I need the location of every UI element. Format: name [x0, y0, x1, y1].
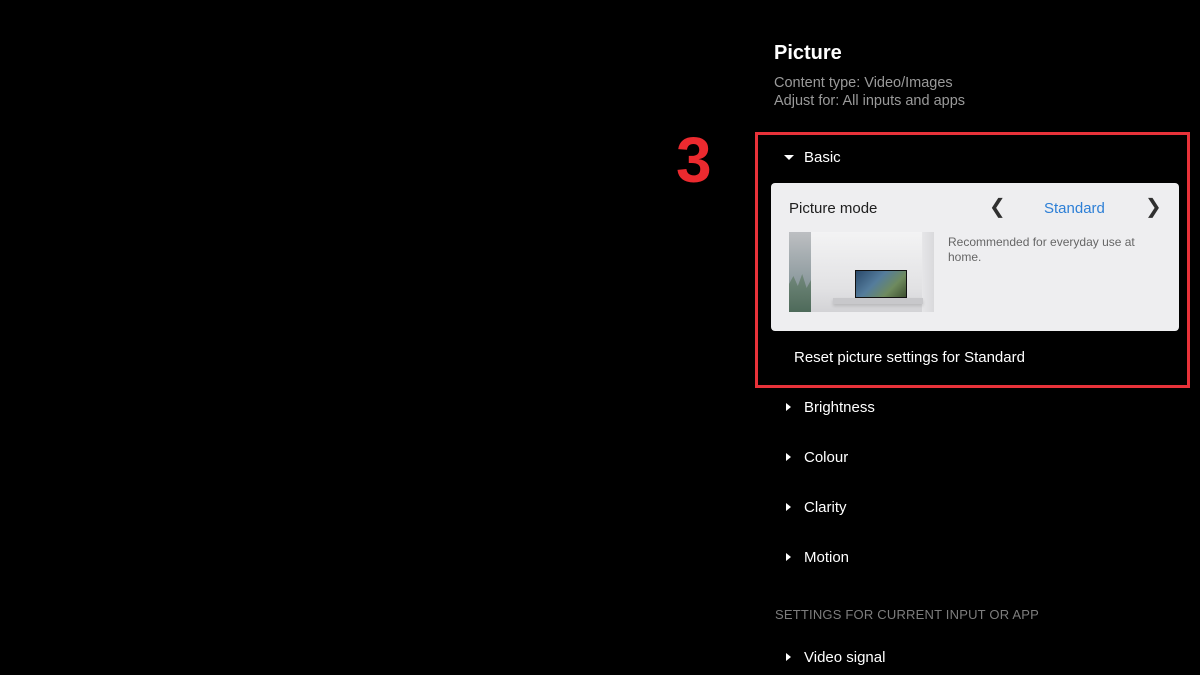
- menu-item-label: Motion: [804, 548, 850, 566]
- tv-settings-screen: Picture Content type: Video/Images Adjus…: [0, 0, 1200, 675]
- triangle-right-icon: [782, 450, 796, 464]
- menu-item-clarity[interactable]: Clarity: [782, 495, 847, 519]
- triangle-right-icon: [782, 500, 796, 514]
- menu-item-motion[interactable]: Motion: [782, 545, 849, 569]
- annotation-highlight-box: [755, 132, 1190, 388]
- menu-item-video-signal[interactable]: Video signal: [782, 645, 885, 669]
- panel-title: Picture: [774, 42, 842, 64]
- section-header-current-input: SETTINGS FOR CURRENT INPUT OR APP: [775, 607, 1039, 622]
- triangle-right-icon: [782, 400, 796, 414]
- adjust-for-text: Adjust for: All inputs and apps: [774, 93, 966, 109]
- menu-item-brightness[interactable]: Brightness: [782, 395, 875, 419]
- menu-item-colour[interactable]: Colour: [782, 445, 848, 469]
- triangle-right-icon: [782, 650, 796, 664]
- menu-item-label: Video signal: [804, 648, 886, 666]
- triangle-right-icon: [782, 550, 796, 564]
- content-type-text: Content type: Video/Images: [774, 75, 953, 91]
- menu-item-label: Colour: [804, 448, 849, 466]
- menu-item-label: Clarity: [804, 498, 847, 516]
- menu-item-label: Brightness: [804, 398, 875, 416]
- annotation-step-number: 3: [676, 124, 712, 196]
